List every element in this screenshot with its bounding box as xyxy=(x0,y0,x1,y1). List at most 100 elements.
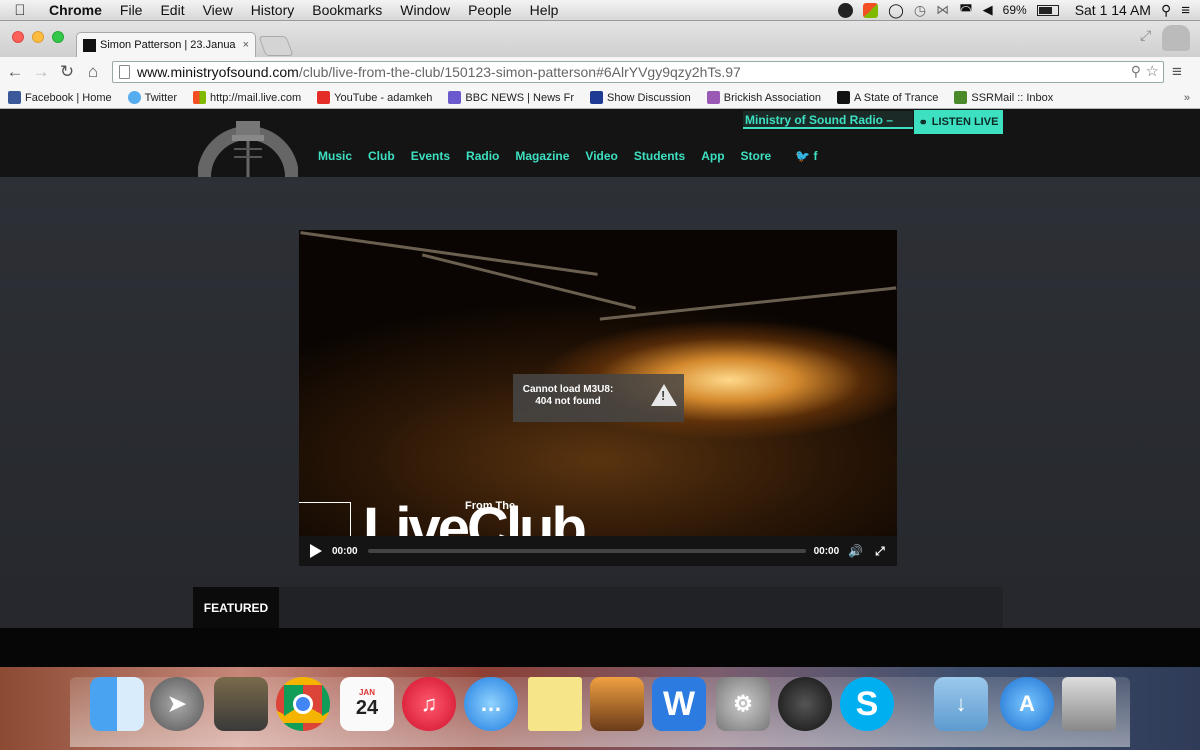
incognito-avatar-icon[interactable] xyxy=(1162,25,1190,51)
browser-tab[interactable]: Simon Patterson | 23.Janua × xyxy=(76,32,256,57)
battery-icon[interactable] xyxy=(1036,4,1059,16)
nav-radio[interactable]: Radio xyxy=(458,149,507,163)
club-crowd-image: Cannot load M3U8: 404 not found ! xyxy=(299,230,897,536)
bluetooth-icon[interactable]: ⋈ xyxy=(936,2,949,18)
address-bar[interactable]: www.ministryofsound.com/club/live-from-t… xyxy=(112,61,1164,83)
menu-history[interactable]: History xyxy=(242,0,304,21)
menu-file[interactable]: File xyxy=(111,0,152,21)
app-store-icon[interactable]: A xyxy=(1000,677,1054,731)
spotlight-icon[interactable]: ⚲ xyxy=(1161,2,1171,19)
finder-icon[interactable] xyxy=(90,677,144,731)
zoom-window-button[interactable] xyxy=(52,31,64,43)
minimize-window-button[interactable] xyxy=(32,31,44,43)
calendar-icon[interactable]: JAN 24 xyxy=(340,677,394,731)
nav-video[interactable]: Video xyxy=(577,149,625,163)
volume-icon[interactable]: 🔊 xyxy=(848,544,863,558)
forward-icon[interactable]: → xyxy=(30,61,52,83)
bookmarks-overflow-icon[interactable]: » xyxy=(1184,92,1200,104)
bookmark-youtube[interactable]: YouTube - adamkeh xyxy=(309,91,440,104)
iphoto-icon[interactable] xyxy=(590,677,644,731)
bookmark-mail-live[interactable]: http://mail.live.com xyxy=(185,91,309,104)
listen-live-button[interactable]: ⚭ LISTEN LIVE xyxy=(914,110,1003,134)
nav-store[interactable]: Store xyxy=(733,149,780,163)
zoom-icon[interactable]: ⚲ xyxy=(1131,63,1141,80)
nav-club[interactable]: Club xyxy=(360,149,403,163)
ministry-of-sound-logo[interactable] xyxy=(197,115,299,228)
battery-percentage[interactable]: 69% xyxy=(1003,3,1027,17)
volume-icon[interactable]: ◀ xyxy=(983,2,993,18)
url-path: /club/live-from-the-club/150123-simon-pa… xyxy=(298,64,741,80)
featured-section: FEATURED xyxy=(193,587,1003,628)
bookmark-twitter[interactable]: Twitter xyxy=(120,91,185,104)
stickies-icon[interactable] xyxy=(528,677,582,731)
downloads-folder-icon[interactable]: ↓ xyxy=(934,677,988,731)
menu-people[interactable]: People xyxy=(459,0,521,21)
nav-app[interactable]: App xyxy=(693,149,732,163)
web-page: Music Club Events Radio Magazine Video S… xyxy=(0,109,1200,667)
time-machine-icon[interactable]: ◷ xyxy=(914,2,926,19)
progress-bar[interactable] xyxy=(367,549,806,553)
site-nav: Music Club Events Radio Magazine Video S… xyxy=(310,149,826,163)
page-footer xyxy=(0,628,1200,667)
menu-window[interactable]: Window xyxy=(391,0,459,21)
mac-dock: ➤ JAN 24 ♫ … W ⚙ S ↓ A xyxy=(0,667,1200,750)
menu-view[interactable]: View xyxy=(194,0,242,21)
social-links-icon[interactable]: 🐦 f xyxy=(787,149,825,163)
menu-bookmarks[interactable]: Bookmarks xyxy=(303,0,391,21)
brickish-icon xyxy=(706,91,720,104)
reload-icon[interactable]: ↻ xyxy=(56,61,78,83)
radio-now-playing[interactable]: Ministry of Sound Radio – xyxy=(743,111,913,129)
menu-help[interactable]: Help xyxy=(521,0,568,21)
close-tab-icon[interactable]: × xyxy=(243,39,255,51)
nav-music[interactable]: Music xyxy=(310,149,360,163)
bookmark-show-discussion[interactable]: Show Discussion xyxy=(582,91,699,104)
trash-icon[interactable] xyxy=(1062,677,1116,731)
itunes-icon[interactable]: ♫ xyxy=(402,677,456,731)
new-tab-button[interactable] xyxy=(258,36,294,56)
wifi-icon[interactable]: ◚ xyxy=(959,2,973,19)
nav-students[interactable]: Students xyxy=(626,149,693,163)
app-menu[interactable]: Chrome xyxy=(40,0,111,21)
skype-status-icon[interactable] xyxy=(838,2,854,18)
mission-control-icon[interactable] xyxy=(214,677,268,731)
bookmark-facebook[interactable]: Facebook | Home xyxy=(0,91,120,104)
bookmark-state-of-trance[interactable]: A State of Trance xyxy=(829,91,946,104)
apple-menu-icon[interactable]:  xyxy=(0,0,40,21)
bookmark-ssrmail[interactable]: SSRMail :: Inbox xyxy=(946,91,1061,104)
calendar-month: JAN xyxy=(358,688,375,697)
word-icon[interactable]: W xyxy=(652,677,706,731)
skype-icon[interactable]: S xyxy=(840,677,894,731)
featured-tab[interactable]: FEATURED xyxy=(193,587,279,628)
bookmark-bbc-news[interactable]: BBC NEWS | News Fr xyxy=(440,91,582,104)
bookmark-star-icon[interactable]: ☆ xyxy=(1146,62,1159,80)
menu-edit[interactable]: Edit xyxy=(151,0,193,21)
bookmark-brickish[interactable]: Brickish Association xyxy=(699,91,829,104)
bookmark-label: Show Discussion xyxy=(606,91,691,104)
fullscreen-toggle-icon[interactable]: ⤢ xyxy=(875,544,885,559)
windows-icon xyxy=(193,91,207,104)
back-icon[interactable]: ← xyxy=(4,61,26,83)
close-window-button[interactable] xyxy=(12,31,24,43)
office-icon[interactable] xyxy=(863,2,879,18)
djay-icon[interactable] xyxy=(778,677,832,731)
play-icon[interactable] xyxy=(310,544,322,558)
chrome-icon[interactable] xyxy=(276,677,330,731)
home-icon[interactable]: ⌂ xyxy=(82,61,104,83)
page-icon xyxy=(119,65,130,79)
launchpad-icon[interactable]: ➤ xyxy=(150,677,204,731)
accessibility-icon[interactable]: ◯ xyxy=(888,2,904,19)
browser-toolbar: ← → ↻ ⌂ www.ministryofsound.com/club/liv… xyxy=(0,57,1200,87)
url-host: www.ministryofsound.com xyxy=(137,64,299,80)
clock[interactable]: Sat 1 14 AM xyxy=(1075,2,1151,18)
messages-icon[interactable]: … xyxy=(464,677,518,731)
system-preferences-icon[interactable]: ⚙ xyxy=(716,677,770,731)
nav-events[interactable]: Events xyxy=(403,149,458,163)
chrome-menu-icon[interactable]: ≡ xyxy=(1172,62,1182,82)
bookmark-label: http://mail.live.com xyxy=(210,91,302,104)
nav-magazine[interactable]: Magazine xyxy=(507,149,577,163)
facebook-icon xyxy=(8,91,21,104)
live-from-the-club-logo: From The LiveClub xyxy=(299,492,897,536)
fullscreen-icon[interactable]: ⤢ xyxy=(1140,27,1151,44)
notification-center-icon[interactable]: ≡ xyxy=(1181,2,1190,19)
video-player[interactable]: Cannot load M3U8: 404 not found ! From T… xyxy=(299,230,897,566)
